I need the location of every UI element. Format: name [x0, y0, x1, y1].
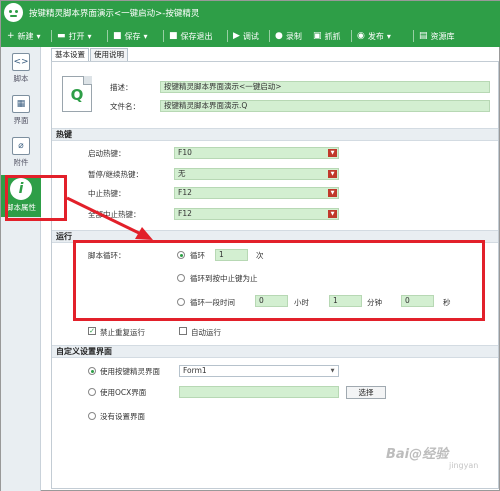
annotation-arrow: [66, 196, 153, 240]
watermark-sub: jingyan: [449, 461, 479, 470]
watermark: Bai@经验: [386, 447, 449, 462]
app-window: 按键精灵脚本界面演示<一键启动>-按键精灵 + 新建 ▾ ▬ 打开 ▾ ■ 保存 ▾ ■ 保存…: [0, 0, 500, 491]
